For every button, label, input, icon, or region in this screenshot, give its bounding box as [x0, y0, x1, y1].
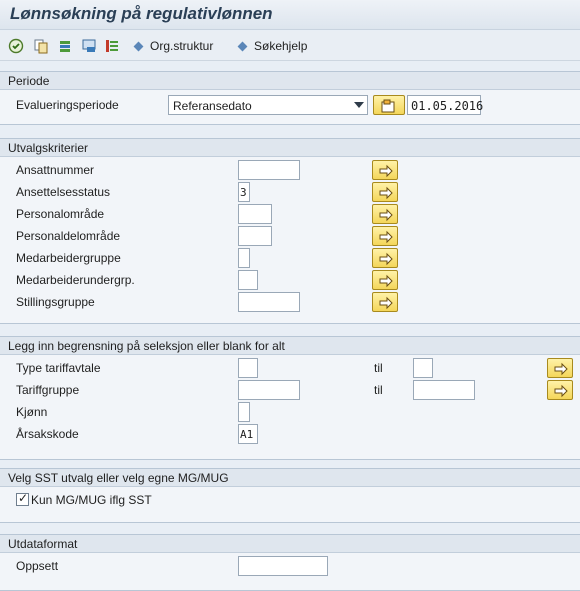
field-label: Ansattnummer	[16, 163, 95, 177]
kjonn-input[interactable]	[238, 402, 250, 422]
arrow-right-icon	[379, 186, 393, 200]
org-struktur-link[interactable]: Org.struktur	[133, 39, 214, 53]
copy-icon[interactable]	[33, 38, 49, 54]
field-label: Tariffgruppe	[16, 383, 80, 397]
toolbar: Org.struktur Søkehjelp	[0, 31, 580, 61]
group-periode: Periode Evalueringsperiode Referansedato…	[0, 71, 580, 125]
arrow-right-icon	[554, 362, 568, 376]
personalomrade-input[interactable]	[238, 204, 272, 224]
row-stillingsgruppe: Stillingsgruppe	[0, 292, 580, 312]
row-personalomrade: Personalområde	[0, 204, 580, 224]
arrow-right-icon	[554, 384, 568, 398]
save-variant-icon[interactable]	[81, 38, 97, 54]
oppsett-input[interactable]	[238, 556, 328, 576]
row-ansettelsesstatus: Ansettelsesstatus 3	[0, 182, 580, 202]
row-ansattnummer: Ansattnummer	[0, 160, 580, 180]
group-header-utdataformat: Utdataformat	[0, 535, 580, 553]
group-header-begrensning: Legg inn begrensning på seleksjon eller …	[0, 337, 580, 355]
medarbeidergruppe-input[interactable]	[238, 248, 250, 268]
multiple-selection-button[interactable]	[547, 380, 573, 400]
personaldelomrade-input[interactable]	[238, 226, 272, 246]
field-label: Oppsett	[16, 559, 59, 573]
field-label: Kjønn	[16, 405, 48, 419]
type-tariffavtale-from-input[interactable]	[238, 358, 258, 378]
row-personaldelomrade: Personaldelområde	[0, 226, 580, 246]
arsakskode-input[interactable]: A1	[238, 424, 258, 444]
arrow-right-icon	[379, 208, 393, 222]
multiple-selection-button[interactable]	[372, 204, 398, 224]
stillingsgruppe-input[interactable]	[238, 292, 300, 312]
type-tariffavtale-to-input[interactable]	[413, 358, 433, 378]
multiple-selection-button[interactable]	[372, 226, 398, 246]
checkbox-label: Kun MG/MUG iflg SST	[31, 493, 152, 507]
chevron-down-icon[interactable]	[354, 102, 364, 108]
field-label: Personalområde	[16, 207, 105, 221]
tariffgruppe-from-input[interactable]	[238, 380, 300, 400]
field-label: Ansettelsesstatus	[16, 185, 111, 199]
kun-mg-mug-checkbox[interactable]	[16, 491, 29, 506]
row-oppsett: Oppsett	[0, 556, 580, 576]
select-value: Referansedato	[173, 99, 252, 113]
arrow-right-icon	[379, 164, 393, 178]
medarbeiderundergrp-input[interactable]	[238, 270, 258, 290]
row-arsakskode: Årsakskode A1	[0, 424, 580, 444]
page-title: Lønnsøkning på regulativlønnen	[10, 4, 273, 23]
list-icon[interactable]	[104, 38, 120, 54]
field-label: Årsakskode	[16, 427, 79, 441]
evalueringsperiode-select[interactable]: Referansedato	[168, 95, 368, 115]
execute-icon[interactable]	[8, 38, 24, 54]
variant-icon[interactable]	[57, 38, 73, 54]
ansettelsesstatus-input[interactable]: 3	[238, 182, 250, 202]
field-label: Stillingsgruppe	[16, 295, 95, 309]
diamond-icon	[237, 41, 248, 51]
row-evalueringsperiode: Evalueringsperiode Referansedato 01.05.2…	[0, 95, 580, 115]
sokehjelp-link[interactable]: Søkehjelp	[237, 39, 308, 53]
til-label: til	[374, 361, 383, 375]
diamond-icon	[133, 41, 144, 51]
row-kun-mg-mug: Kun MG/MUG iflg SST	[0, 490, 580, 510]
row-medarbeiderundergrp: Medarbeiderundergrp.	[0, 270, 580, 290]
field-label: Evalueringsperiode	[16, 98, 119, 112]
folder-icon	[381, 99, 395, 113]
row-tariffgruppe: Tariffgruppe til	[0, 380, 580, 400]
multiple-selection-button[interactable]	[372, 270, 398, 290]
til-label: til	[374, 383, 383, 397]
multiple-selection-button[interactable]	[372, 182, 398, 202]
org-struktur-label: Org.struktur	[150, 39, 214, 53]
date-picker-button[interactable]	[373, 95, 405, 115]
multiple-selection-button[interactable]	[372, 248, 398, 268]
arrow-right-icon	[379, 230, 393, 244]
field-label: Medarbeiderundergrp.	[16, 273, 135, 287]
ansattnummer-input[interactable]	[238, 160, 300, 180]
field-label: Type tariffavtale	[16, 361, 101, 375]
arrow-right-icon	[379, 296, 393, 310]
row-medarbeidergruppe: Medarbeidergruppe	[0, 248, 580, 268]
multiple-selection-button[interactable]	[547, 358, 573, 378]
group-header-sst: Velg SST utvalg eller velg egne MG/MUG	[0, 469, 580, 487]
title-bar: Lønnsøkning på regulativlønnen	[0, 0, 580, 30]
arrow-right-icon	[379, 274, 393, 288]
field-label: Personaldelområde	[16, 229, 121, 243]
multiple-selection-button[interactable]	[372, 292, 398, 312]
field-label: Medarbeidergruppe	[16, 251, 121, 265]
group-header-periode: Periode	[0, 72, 580, 90]
tariffgruppe-to-input[interactable]	[413, 380, 475, 400]
multiple-selection-button[interactable]	[372, 160, 398, 180]
row-type-tariffavtale: Type tariffavtale til	[0, 358, 580, 378]
arrow-right-icon	[379, 252, 393, 266]
date-field[interactable]: 01.05.2016	[407, 95, 483, 115]
sokehjelp-label: Søkehjelp	[254, 39, 308, 53]
group-header-utvalgskriterier: Utvalgskriterier	[0, 139, 580, 157]
row-kjonn: Kjønn	[0, 402, 580, 422]
